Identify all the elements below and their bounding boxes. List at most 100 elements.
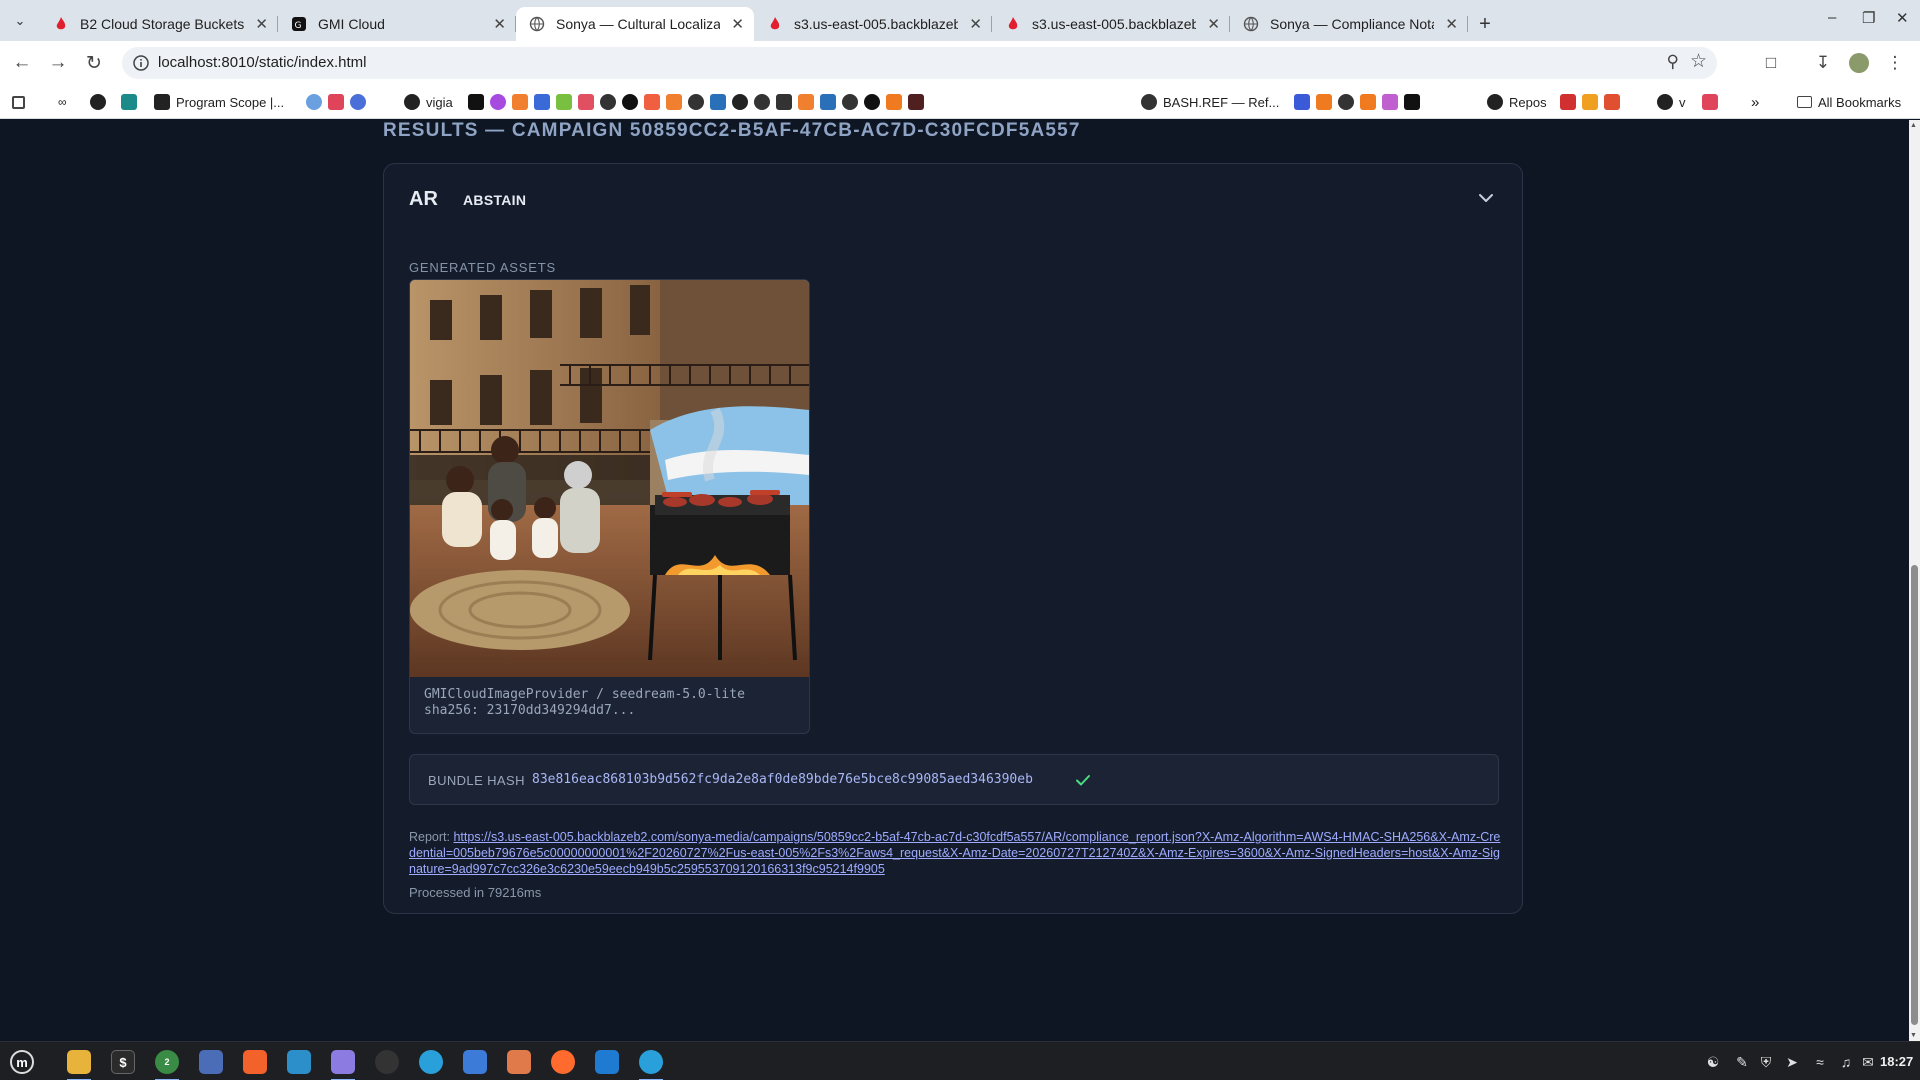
bookmark-bash-ref[interactable]: BASH.REF — Ref... <box>1141 93 1279 111</box>
close-tab-icon[interactable]: ✕ <box>969 15 982 33</box>
gmi-icon: G <box>292 17 306 31</box>
browser-menu-icon[interactable]: ⋮ <box>1883 51 1907 75</box>
chevron-down-icon[interactable] <box>1476 188 1496 208</box>
flame-icon <box>1008 17 1018 30</box>
tab-b2-buckets[interactable]: B2 Cloud Storage Buckets ✕ <box>40 7 278 41</box>
asset-image-family-barbecue[interactable] <box>410 280 809 677</box>
bookmark-app[interactable] <box>121 93 143 111</box>
camera-app-icon[interactable] <box>197 1048 225 1076</box>
start-menu-icon[interactable]: m <box>8 1048 36 1076</box>
address-bar[interactable]: localhost:8010/static/index.html ⚲ ☆ <box>122 47 1717 79</box>
new-tab-button[interactable]: + <box>1468 7 1502 41</box>
scroll-down-icon[interactable]: ▼ <box>1910 1032 1917 1039</box>
brave-app-icon[interactable] <box>241 1048 269 1076</box>
close-tab-icon[interactable]: ✕ <box>1207 15 1220 33</box>
tray-wifi-icon[interactable]: ≈ <box>1811 1053 1829 1071</box>
bookmark-star-icon[interactable]: ☆ <box>1690 50 1707 73</box>
github-icon <box>1657 94 1673 110</box>
tab-title: s3.us-east-005.backblazeb2.c <box>794 16 958 32</box>
tab-search-chevron-icon[interactable]: ⌄ <box>0 0 40 41</box>
decision-badge: ABSTAIN <box>463 192 527 208</box>
bookmark-vigia[interactable]: vigia <box>404 93 453 111</box>
tab-title: Sonya — Compliance Notary <box>1270 16 1434 32</box>
bookmark-slack[interactable] <box>1702 93 1724 111</box>
tab-s3-backblaze-2[interactable]: s3.us-east-005.backblazeb2.c ✕ <box>992 7 1230 41</box>
notes-app-icon[interactable] <box>329 1048 357 1080</box>
close-window-icon[interactable]: ✕ <box>1896 9 1909 27</box>
bundle-hash-value: 83e816eac868103b9d562fc9da2e8af0de89bde7… <box>532 772 1033 787</box>
claude-app-icon[interactable] <box>505 1048 533 1076</box>
bookmark-v[interactable]: v <box>1657 93 1686 111</box>
asset-hash: sha256: 23170dd349294dd7... <box>424 703 636 718</box>
zoom-icon[interactable]: ⚲ <box>1667 52 1679 72</box>
reload-icon[interactable]: ↻ <box>82 51 106 75</box>
extensions-icon[interactable]: □ <box>1759 51 1783 75</box>
tray-volume-icon[interactable]: ♫ <box>1837 1053 1855 1071</box>
vscode-app-icon[interactable] <box>593 1048 621 1076</box>
tab-sonya-localization[interactable]: Sonya — Cultural Localizatio ✕ <box>516 7 754 41</box>
tray-sync-icon[interactable]: ☯ <box>1704 1053 1722 1071</box>
profile-avatar-icon[interactable] <box>1847 51 1871 75</box>
locale-result-card: AR ABSTAIN GENERATED ASSETS GMICloudImag… <box>383 163 1523 914</box>
tab-gmi-cloud[interactable]: G GMI Cloud ✕ <box>278 7 516 41</box>
close-tab-icon[interactable]: ✕ <box>1445 15 1458 33</box>
tray-shield-icon[interactable]: ⛨ <box>1757 1053 1775 1071</box>
bookmark-icon-strip-3 <box>1294 93 1426 111</box>
tray-clipboard-icon[interactable]: ✎ <box>1733 1053 1751 1071</box>
app-icon <box>121 94 137 110</box>
minimize-icon[interactable]: – <box>1828 9 1836 26</box>
flame-icon <box>770 17 780 30</box>
terminal-app-icon[interactable]: $ <box>109 1048 137 1076</box>
bundle-hash-panel: BUNDLE HASH 83e816eac868103b9d562fc9da2e… <box>409 754 1499 805</box>
site-info-icon[interactable] <box>132 54 150 72</box>
monitor-app-icon[interactable] <box>285 1048 313 1076</box>
tab-title: s3.us-east-005.backblazeb2.c <box>1032 16 1196 32</box>
locale-code: AR <box>409 188 438 210</box>
taskbar-clock[interactable]: 18:27 <box>1880 1054 1913 1069</box>
telegram-app-icon[interactable] <box>417 1048 445 1076</box>
browser-tab-bar: ⌄ B2 Cloud Storage Buckets ✕ G GMI Cloud… <box>0 0 1920 41</box>
all-bookmarks-folder[interactable]: All Bookmarks <box>1797 93 1901 111</box>
tab-title: Sonya — Cultural Localizatio <box>556 16 720 32</box>
telegram-2-app-icon[interactable] <box>637 1048 665 1080</box>
firefox-app-icon[interactable] <box>549 1048 577 1076</box>
github-desktop-app-icon[interactable] <box>373 1048 401 1076</box>
github-icon <box>404 94 420 110</box>
globe-icon <box>1141 94 1157 110</box>
globe-icon <box>529 16 545 32</box>
text-editor-app-icon[interactable] <box>461 1048 489 1076</box>
page-content: RESULTS — CAMPAIGN 50859CC2-B5AF-47CB-AC… <box>0 120 1909 1041</box>
tray-notification-icon[interactable]: ✉ <box>1859 1053 1877 1071</box>
back-arrow-icon[interactable]: ← <box>10 51 34 75</box>
tray-telegram-icon[interactable]: ➤ <box>1783 1053 1801 1071</box>
tab-s3-backblaze-1[interactable]: s3.us-east-005.backblazeb2.c ✕ <box>754 7 992 41</box>
close-tab-icon[interactable]: ✕ <box>731 15 744 33</box>
forward-arrow-icon[interactable]: → <box>46 51 70 75</box>
bookmark-program-scope[interactable]: Program Scope |... <box>154 93 284 111</box>
flame-icon <box>56 17 66 30</box>
chrome-app-icon[interactable]: 2 <box>153 1048 181 1080</box>
close-tab-icon[interactable]: ✕ <box>493 15 506 33</box>
github-icon <box>90 94 106 110</box>
generated-asset-card[interactable]: GMICloudImageProvider / seedream-5.0-lit… <box>409 279 810 734</box>
restore-icon[interactable]: ❐ <box>1862 9 1875 27</box>
download-icon[interactable]: ↧ <box>1811 51 1835 75</box>
bookmark-glyph-icon[interactable]: ∞ <box>58 93 67 111</box>
processing-time: Processed in 79216ms <box>409 885 542 900</box>
bookmark-icon-strip-1 <box>306 93 372 111</box>
tab-sonya-compliance[interactable]: Sonya — Compliance Notary ✕ <box>1230 7 1468 41</box>
browser-toolbar: ← → ↻ localhost:8010/static/index.html ⚲… <box>0 41 1920 85</box>
page-scrollbar[interactable]: ▲ ▼ <box>1909 120 1920 1041</box>
bookmark-github[interactable] <box>90 93 112 111</box>
report-label: Report: <box>409 830 450 844</box>
bookmark-repos[interactable]: Repos <box>1487 93 1547 111</box>
files-app-icon[interactable] <box>65 1048 93 1080</box>
more-bookmarks-chevron-icon[interactable]: » <box>1751 93 1759 111</box>
generated-assets-label: GENERATED ASSETS <box>409 260 556 275</box>
apps-grid-icon[interactable] <box>12 93 31 111</box>
results-heading: RESULTS — CAMPAIGN 50859CC2-B5AF-47CB-AC… <box>383 120 1081 141</box>
close-tab-icon[interactable]: ✕ <box>255 15 268 33</box>
scroll-up-icon[interactable]: ▲ <box>1910 122 1917 129</box>
report-link[interactable]: https://s3.us-east-005.backblazeb2.com/s… <box>409 830 1500 876</box>
scrollbar-thumb[interactable] <box>1911 565 1918 1025</box>
